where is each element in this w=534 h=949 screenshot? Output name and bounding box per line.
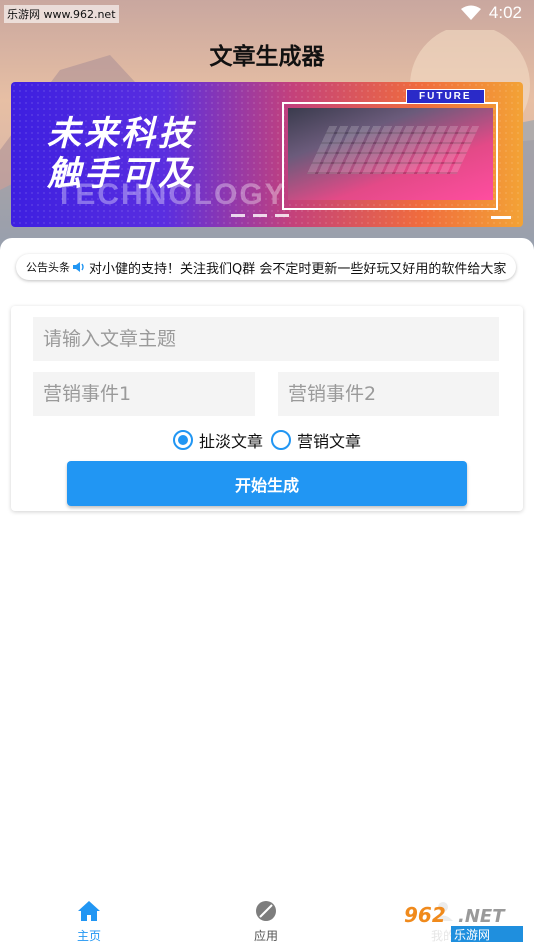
banner-headline-line1: 未来科技 bbox=[47, 114, 195, 154]
radio-label-nonsense: 扯淡文章 bbox=[199, 432, 264, 451]
carousel-dot bbox=[275, 214, 289, 217]
carousel-dot bbox=[231, 214, 245, 217]
page-title: 文章生成器 bbox=[209, 44, 325, 70]
laptop-image bbox=[288, 108, 493, 200]
radio-nonsense-article[interactable] bbox=[173, 430, 193, 450]
banner-headline: 未来科技 触手可及 bbox=[47, 114, 195, 194]
promo-banner[interactable]: TECHNOLOGY 未来科技 触手可及 FUTURE bbox=[11, 82, 523, 227]
carousel-indicator bbox=[231, 214, 289, 217]
notice-label: 公告头条 bbox=[26, 261, 70, 274]
notice-text: 对小健的支持！关注我们Q群 会不定时更新一些好玩又好用的软件给大家 bbox=[89, 261, 507, 277]
article-type-radio-group: 扯淡文章 营销文章 bbox=[173, 428, 369, 452]
event2-input[interactable] bbox=[278, 372, 499, 416]
svg-text:乐游网: 乐游网 bbox=[454, 928, 490, 942]
site-logo-962: 962 .NET 乐游网 bbox=[396, 900, 526, 944]
nav-item-apps[interactable]: 应用 bbox=[226, 900, 306, 944]
event1-input[interactable] bbox=[33, 372, 255, 416]
status-bar: 乐游网 www.962.net 4:02 bbox=[0, 0, 534, 28]
carousel-dot bbox=[253, 214, 267, 217]
banner-headline-line2: 触手可及 bbox=[47, 154, 195, 194]
svg-text:.NET: .NET bbox=[458, 906, 506, 927]
apps-icon bbox=[256, 901, 276, 921]
speaker-icon bbox=[72, 261, 86, 273]
future-tag: FUTURE bbox=[406, 89, 485, 104]
radio-marketing-article[interactable] bbox=[271, 430, 292, 450]
nav-label-home: 主页 bbox=[76, 929, 101, 943]
start-generate-button[interactable]: 开始生成 bbox=[67, 461, 467, 506]
nav-item-home[interactable]: 主页 bbox=[49, 900, 129, 944]
nav-label-apps: 应用 bbox=[253, 929, 278, 943]
status-time: 4:02 bbox=[488, 3, 522, 22]
notice-bar[interactable]: 公告头条 对小健的支持！关注我们Q群 会不定时更新一些好玩又好用的软件给大家 bbox=[16, 254, 516, 280]
topic-input[interactable] bbox=[33, 317, 499, 361]
svg-text:962: 962 bbox=[404, 903, 446, 927]
watermark-label: 乐游网 www.962.net bbox=[4, 5, 119, 23]
radio-label-marketing: 营销文章 bbox=[297, 432, 362, 451]
home-icon bbox=[78, 901, 100, 921]
wifi-icon bbox=[460, 5, 481, 20]
banner-bar bbox=[491, 216, 511, 219]
